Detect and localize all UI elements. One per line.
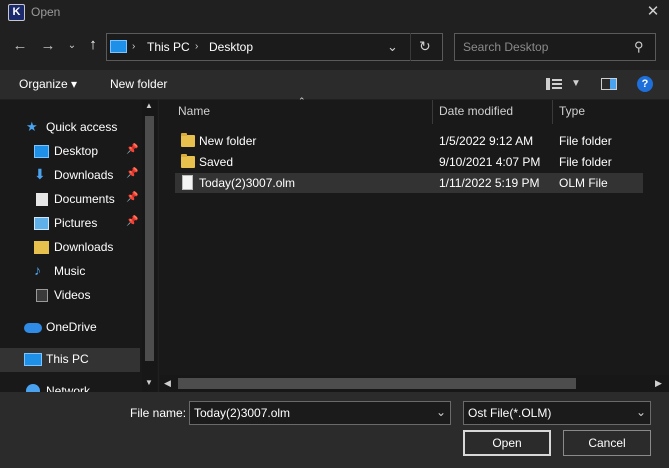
new-folder-button[interactable]: New folder (110, 77, 167, 91)
file-name-label: File name: (130, 406, 187, 420)
search-placeholder: Search Desktop (463, 40, 549, 54)
filter-dropdown-icon[interactable]: ⌄ (636, 405, 646, 419)
column-header-name[interactable]: Name (178, 104, 210, 118)
scroll-left-icon[interactable]: ◀ (164, 378, 171, 389)
title-bar (0, 0, 669, 26)
desktop-icon (34, 145, 49, 158)
open-button[interactable]: Open (463, 430, 551, 456)
arrow-left-icon[interactable]: ← (10, 36, 30, 56)
sidebar-item-network[interactable]: Network (0, 380, 140, 392)
music-icon: ♪ (34, 262, 41, 278)
sidebar-scroll-thumb[interactable] (145, 116, 154, 361)
pin-icon: 📌 (126, 192, 139, 203)
sidebar-item-onedrive[interactable]: OneDrive (0, 316, 140, 340)
videos-icon (36, 289, 48, 302)
sidebar-item-label: Downloads (54, 240, 114, 254)
scroll-right-icon[interactable]: ▶ (655, 378, 662, 389)
pin-icon: 📌 (126, 168, 139, 179)
sort-ascending-icon: ⌃ (298, 96, 306, 106)
file-row[interactable]: New folder 1/5/2022 9:12 AM File folder (175, 131, 643, 151)
sidebar-item-videos[interactable]: Videos (0, 284, 140, 308)
sidebar-item-desktop[interactable]: Desktop 📌 (0, 140, 140, 164)
file-name: New folder (199, 134, 257, 148)
pictures-icon (34, 217, 49, 230)
recent-locations-chevron-icon[interactable]: ⌄ (66, 36, 78, 56)
arrow-up-icon[interactable]: ↑ (84, 35, 102, 55)
preview-pane-icon[interactable] (601, 78, 617, 90)
network-icon (26, 384, 40, 392)
arrow-right-icon[interactable]: → (38, 36, 58, 56)
scroll-up-icon[interactable]: ▲ (145, 101, 153, 110)
sidebar-item-quick-access[interactable]: ★ Quick access (0, 116, 140, 140)
file-name: Saved (199, 155, 234, 169)
breadcrumb-desktop[interactable]: Desktop (209, 40, 253, 54)
file-name-value: Today(2)3007.olm (194, 406, 291, 420)
file-date: 1/11/2022 5:19 PM (439, 176, 540, 190)
refresh-icon: ↻ (419, 38, 431, 54)
view-dropdown-icon[interactable]: ▼ (571, 78, 581, 89)
pin-icon: 📌 (126, 216, 139, 227)
search-icon: ⚲ (634, 39, 644, 54)
file-date: 1/5/2022 9:12 AM (439, 134, 534, 148)
sidebar-item-music[interactable]: ♪ Music (0, 260, 140, 284)
horizontal-scroll-thumb[interactable] (178, 378, 576, 389)
sidebar-item-label: Music (54, 264, 86, 278)
help-icon[interactable]: ? (637, 76, 653, 92)
file-icon (182, 175, 193, 190)
sidebar-item-label: This PC (46, 352, 89, 366)
column-divider[interactable] (432, 100, 433, 124)
file-type: File folder (559, 134, 612, 148)
sidebar-item-label: Quick access (46, 120, 118, 134)
file-row-selected[interactable]: Today(2)3007.olm 1/11/2022 5:19 PM OLM F… (175, 173, 643, 193)
command-bar (0, 70, 669, 99)
sidebar-item-this-pc[interactable]: This PC (0, 348, 140, 372)
sidebar-item-label: Documents (54, 192, 115, 206)
folder-icon (34, 241, 49, 254)
sidebar-item-label: Pictures (54, 216, 98, 230)
sidebar-item-label: Desktop (54, 144, 99, 158)
file-row[interactable]: Saved 9/10/2021 4:07 PM File folder (175, 152, 643, 172)
breadcrumb-chevron-icon: › (195, 41, 199, 52)
column-divider[interactable] (552, 100, 553, 124)
navigation-pane: ★ Quick access Desktop 📌 ⬇ Downloads 📌 D… (0, 100, 158, 392)
file-type: File folder (559, 155, 612, 169)
sidebar-item-label: OneDrive (46, 320, 97, 334)
sidebar-item-documents[interactable]: Documents 📌 (0, 188, 140, 212)
sidebar-item-label: Videos (54, 288, 91, 302)
address-dropdown-icon[interactable]: ⌄ (387, 39, 398, 55)
sidebar-item-label: Downloads (54, 168, 114, 182)
pin-icon: 📌 (126, 144, 139, 155)
breadcrumb-this-pc[interactable]: This PC (147, 40, 190, 54)
cloud-icon (24, 323, 42, 333)
column-header-date[interactable]: Date modified (439, 104, 513, 118)
folder-icon (181, 133, 195, 147)
breadcrumb-chevron-icon: › (132, 41, 136, 52)
file-name-dropdown-icon[interactable]: ⌄ (436, 405, 446, 419)
column-header-type[interactable]: Type (559, 104, 585, 118)
download-icon: ⬇ (34, 166, 46, 182)
close-icon[interactable]: ✕ (640, 1, 666, 23)
cancel-button[interactable]: Cancel (563, 430, 651, 456)
app-icon: K (8, 4, 25, 21)
file-date: 9/10/2021 4:07 PM (439, 155, 541, 169)
file-type-filter-value: Ost File(*.OLM) (468, 406, 552, 420)
pc-icon (24, 353, 42, 366)
documents-icon (36, 193, 48, 206)
sidebar-item-pictures[interactable]: Pictures 📌 (0, 212, 140, 236)
sidebar-item-downloads[interactable]: ⬇ Downloads 📌 (0, 164, 140, 188)
star-icon: ★ (26, 119, 38, 134)
scroll-down-icon[interactable]: ▼ (145, 378, 153, 387)
view-options-icon[interactable] (546, 78, 562, 90)
window-title: Open (31, 5, 61, 19)
folder-icon (181, 154, 195, 168)
sidebar-item-label: Network (46, 384, 91, 392)
organize-button[interactable]: Organize ▾ (19, 77, 77, 91)
file-type: OLM File (559, 176, 608, 190)
sidebar-item-downloads-folder[interactable]: Downloads (0, 236, 140, 260)
file-name: Today(2)3007.olm (199, 176, 296, 190)
pc-breadcrumb-icon (110, 40, 127, 53)
